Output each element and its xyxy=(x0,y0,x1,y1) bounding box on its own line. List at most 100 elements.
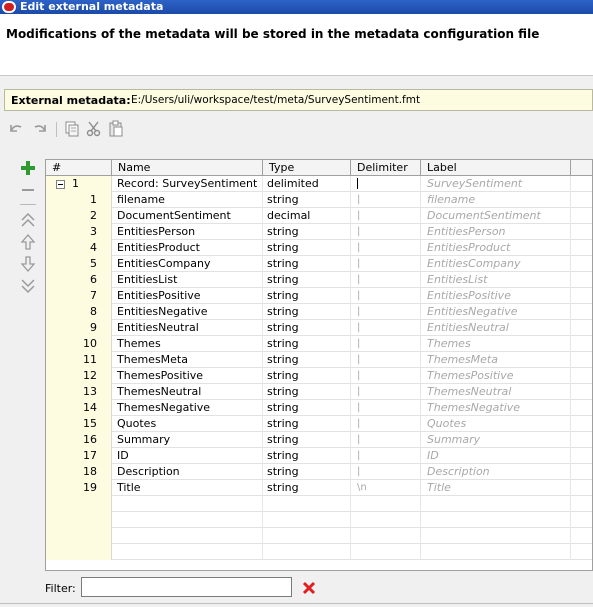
field-name[interactable]: DocumentSentiment xyxy=(112,208,263,224)
field-label[interactable]: DocumentSentiment xyxy=(421,208,571,224)
record-type[interactable]: delimited xyxy=(263,176,351,192)
table-row[interactable]: 1 filename string | filename xyxy=(46,192,592,208)
field-label[interactable]: filename xyxy=(421,192,571,208)
field-name[interactable]: Description xyxy=(112,464,263,480)
field-delimiter[interactable]: | xyxy=(351,256,421,272)
field-label[interactable]: Description xyxy=(421,464,571,480)
field-label[interactable]: ID xyxy=(421,448,571,464)
field-label[interactable]: ThemesNegative xyxy=(421,400,571,416)
field-type[interactable]: string xyxy=(263,400,351,416)
table-row[interactable]: 2 DocumentSentiment decimal | DocumentSentim… xyxy=(46,208,592,224)
table-row[interactable]: 7 EntitiesPositive string | EntitiesPositive xyxy=(46,288,592,304)
move-down-icon[interactable] xyxy=(18,255,38,273)
field-name[interactable]: EntitiesCompany xyxy=(112,256,263,272)
table-row[interactable]: 11 ThemesMeta string | ThemesMeta xyxy=(46,352,592,368)
field-name[interactable]: EntitiesNegative xyxy=(112,304,263,320)
field-name[interactable]: EntitiesList xyxy=(112,272,263,288)
add-icon[interactable] xyxy=(18,159,38,177)
field-name[interactable]: Themes xyxy=(112,336,263,352)
field-delimiter[interactable]: | xyxy=(351,304,421,320)
field-delimiter[interactable]: | xyxy=(351,384,421,400)
field-label[interactable]: Title xyxy=(421,480,571,496)
field-name[interactable]: ThemesPositive xyxy=(112,368,263,384)
field-type[interactable]: string xyxy=(263,384,351,400)
field-delimiter[interactable]: | xyxy=(351,240,421,256)
field-name[interactable]: ID xyxy=(112,448,263,464)
field-type[interactable]: decimal xyxy=(263,208,351,224)
field-type[interactable]: string xyxy=(263,352,351,368)
field-type[interactable]: string xyxy=(263,288,351,304)
field-delimiter[interactable]: | xyxy=(351,352,421,368)
column-header-num[interactable]: # xyxy=(46,160,112,176)
column-header-name[interactable]: Name xyxy=(112,160,263,176)
field-delimiter[interactable]: | xyxy=(351,464,421,480)
filter-input[interactable] xyxy=(81,577,292,597)
table-row[interactable]: 9 EntitiesNeutral string | EntitiesNeutral xyxy=(46,320,592,336)
field-type[interactable]: string xyxy=(263,224,351,240)
field-label[interactable]: EntitiesPerson xyxy=(421,224,571,240)
field-name[interactable]: EntitiesPerson xyxy=(112,224,263,240)
field-name[interactable]: filename xyxy=(112,192,263,208)
field-delimiter[interactable]: | xyxy=(351,208,421,224)
field-type[interactable]: string xyxy=(263,336,351,352)
table-row[interactable]: 3 EntitiesPerson string | EntitiesPerson xyxy=(46,224,592,240)
field-label[interactable]: EntitiesProduct xyxy=(421,240,571,256)
table-row[interactable]: 12 ThemesPositive string | ThemesPositive xyxy=(46,368,592,384)
field-label[interactable]: ThemesMeta xyxy=(421,352,571,368)
table-row[interactable]: 10 Themes string | Themes xyxy=(46,336,592,352)
collapse-icon[interactable] xyxy=(56,180,65,189)
table-row[interactable]: 18 Description string | Description xyxy=(46,464,592,480)
record-row[interactable]: 1 Record: SurveySentiment delimited Surv… xyxy=(46,176,592,192)
field-delimiter[interactable]: | xyxy=(351,320,421,336)
field-label[interactable]: Quotes xyxy=(421,416,571,432)
field-label[interactable]: EntitiesNegative xyxy=(421,304,571,320)
copy-icon[interactable] xyxy=(62,119,82,139)
paste-icon[interactable] xyxy=(106,119,126,139)
field-label[interactable]: EntitiesList xyxy=(421,272,571,288)
clear-filter-icon[interactable] xyxy=(302,581,316,595)
field-name[interactable]: ThemesMeta xyxy=(112,352,263,368)
record-name[interactable]: Record: SurveySentiment xyxy=(112,176,263,192)
field-name[interactable]: Summary xyxy=(112,432,263,448)
cut-icon[interactable] xyxy=(84,119,104,139)
field-type[interactable]: string xyxy=(263,432,351,448)
field-name[interactable]: ThemesNegative xyxy=(112,400,263,416)
field-label[interactable]: Themes xyxy=(421,336,571,352)
table-row[interactable]: 5 EntitiesCompany string | EntitiesCompany xyxy=(46,256,592,272)
field-type[interactable]: string xyxy=(263,416,351,432)
field-delimiter[interactable]: | xyxy=(351,272,421,288)
move-bottom-icon[interactable] xyxy=(18,277,38,295)
field-delimiter[interactable]: | xyxy=(351,224,421,240)
column-header-type[interactable]: Type xyxy=(263,160,351,176)
field-label[interactable]: EntitiesNeutral xyxy=(421,320,571,336)
remove-icon[interactable] xyxy=(18,181,38,199)
move-up-icon[interactable] xyxy=(18,233,38,251)
field-delimiter[interactable]: | xyxy=(351,336,421,352)
field-delimiter[interactable]: | xyxy=(351,192,421,208)
field-delimiter[interactable]: | xyxy=(351,288,421,304)
table-row[interactable]: 13 ThemesNeutral string | ThemesNeutral xyxy=(46,384,592,400)
field-label[interactable]: Summary xyxy=(421,432,571,448)
table-row[interactable]: 19 Title string \n Title xyxy=(46,480,592,496)
record-label[interactable]: SurveySentiment xyxy=(421,176,571,192)
field-type[interactable]: string xyxy=(263,480,351,496)
field-type[interactable]: string xyxy=(263,368,351,384)
table-row[interactable]: 4 EntitiesProduct string | EntitiesProduct xyxy=(46,240,592,256)
field-label[interactable]: EntitiesPositive xyxy=(421,288,571,304)
move-top-icon[interactable] xyxy=(18,211,38,229)
table-row[interactable]: 8 EntitiesNegative string | EntitiesNegative xyxy=(46,304,592,320)
field-name[interactable]: ThemesNeutral xyxy=(112,384,263,400)
field-type[interactable]: string xyxy=(263,272,351,288)
metadata-table[interactable]: # Name Type Delimiter Label 1 Record: Su… xyxy=(45,159,593,571)
field-type[interactable]: string xyxy=(263,320,351,336)
field-label[interactable]: ThemesPositive xyxy=(421,368,571,384)
field-delimiter[interactable]: | xyxy=(351,400,421,416)
field-label[interactable]: ThemesNeutral xyxy=(421,384,571,400)
field-delimiter[interactable]: | xyxy=(351,368,421,384)
field-name[interactable]: Title xyxy=(112,480,263,496)
field-label[interactable]: EntitiesCompany xyxy=(421,256,571,272)
table-row[interactable]: 15 Quotes string | Quotes xyxy=(46,416,592,432)
field-name[interactable]: EntitiesPositive xyxy=(112,288,263,304)
undo-icon[interactable] xyxy=(6,119,26,139)
column-header-label[interactable]: Label xyxy=(421,160,571,176)
